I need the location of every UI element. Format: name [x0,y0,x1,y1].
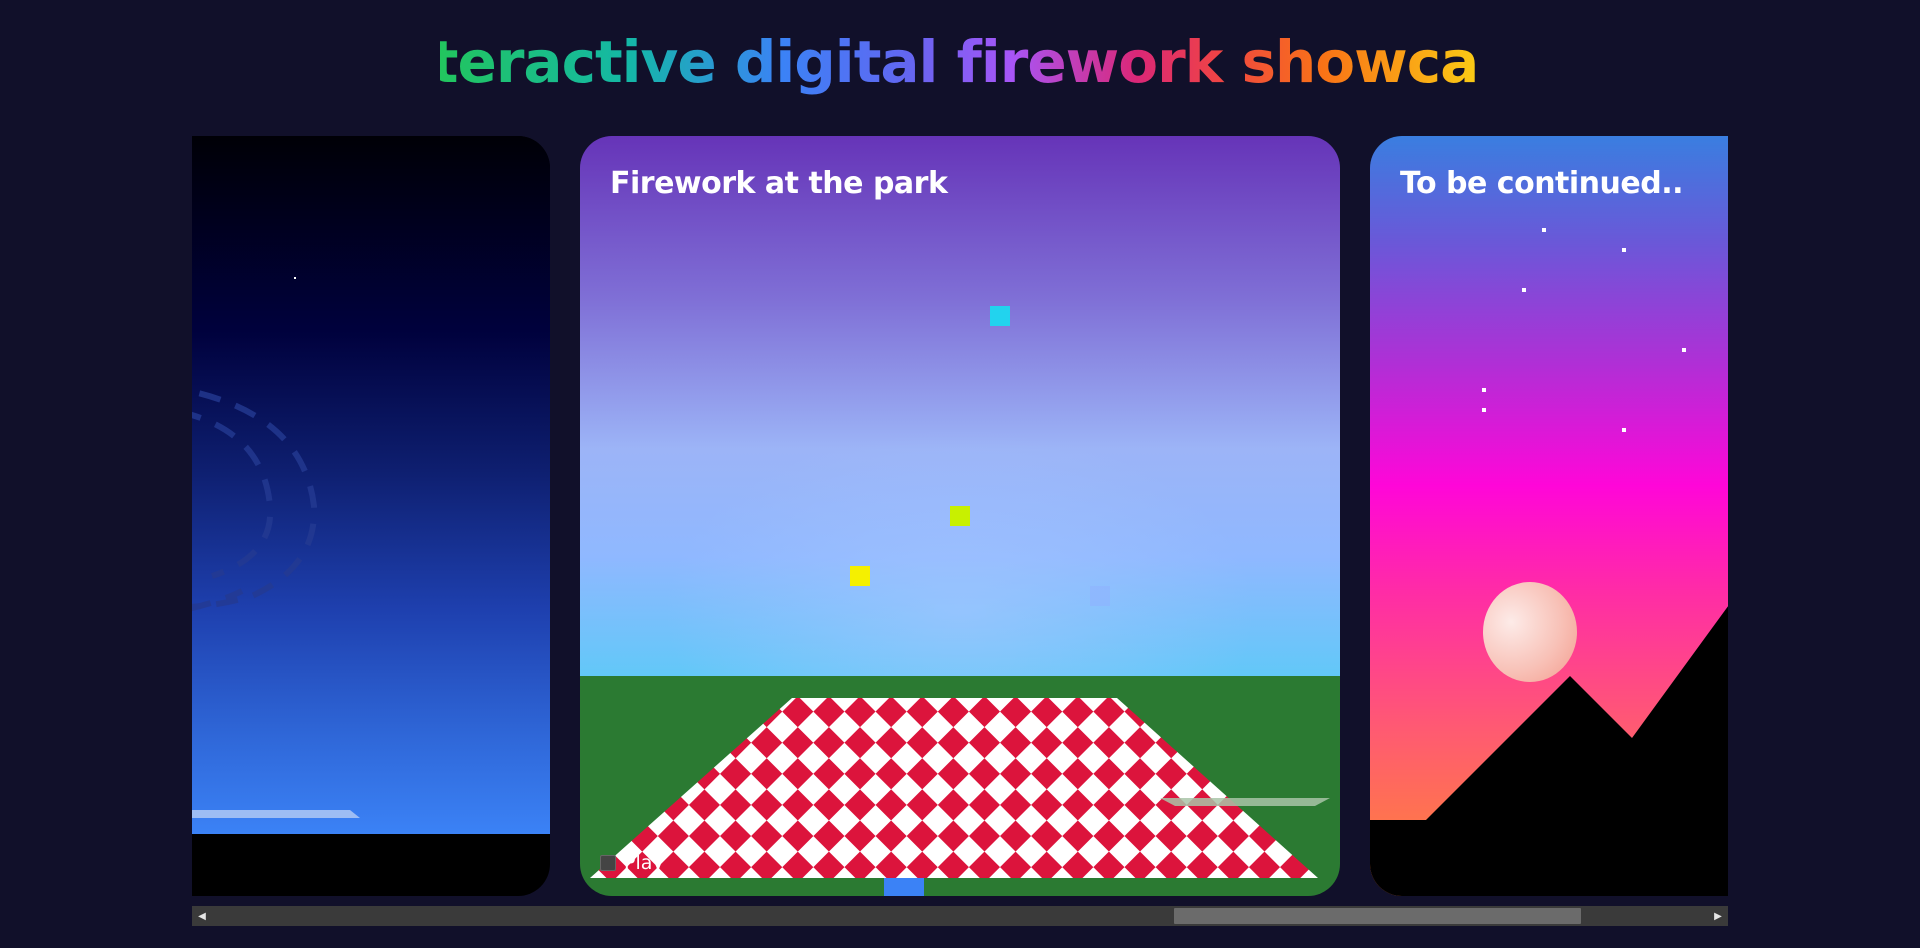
reflection-panel [192,810,360,818]
play-checkbox[interactable] [600,855,616,871]
dashed-swirl-decoration [192,388,318,612]
night-sky-art [192,277,360,818]
star [294,277,296,279]
page-title: Interactive digital firework showcase [0,28,1920,96]
horizontal-scrollbar[interactable]: ◀ ▶ [192,906,1728,926]
card-title: Firework at the park [610,166,948,201]
firework-particle-faint [1090,586,1110,606]
mountains [1370,606,1728,896]
firework-particle-cyan [990,306,1010,326]
firework-particle-yellow [850,566,870,586]
firework-particle-lime [950,506,970,526]
scroll-right-button[interactable]: ▶ [1708,906,1728,926]
play-label: Play [624,852,664,874]
card-carousel[interactable]: Firework at the park Play To be continue… [192,136,1728,896]
triangle-left-icon: ◀ [198,910,206,922]
card-to-be-continued[interactable]: To be continued.. [1370,136,1728,896]
picnic-blanket [590,698,1318,878]
card-indicator[interactable] [884,878,924,896]
card-firework-park[interactable]: Firework at the park Play [580,136,1340,896]
card-title: To be continued.. [1400,166,1684,201]
play-control[interactable]: Play [600,852,664,874]
scroll-left-button[interactable]: ◀ [192,906,212,926]
triangle-right-icon: ▶ [1714,910,1722,922]
card-night-sky[interactable] [192,136,550,896]
scrollbar-thumb[interactable] [1173,908,1581,924]
ground-panel [1160,798,1330,806]
